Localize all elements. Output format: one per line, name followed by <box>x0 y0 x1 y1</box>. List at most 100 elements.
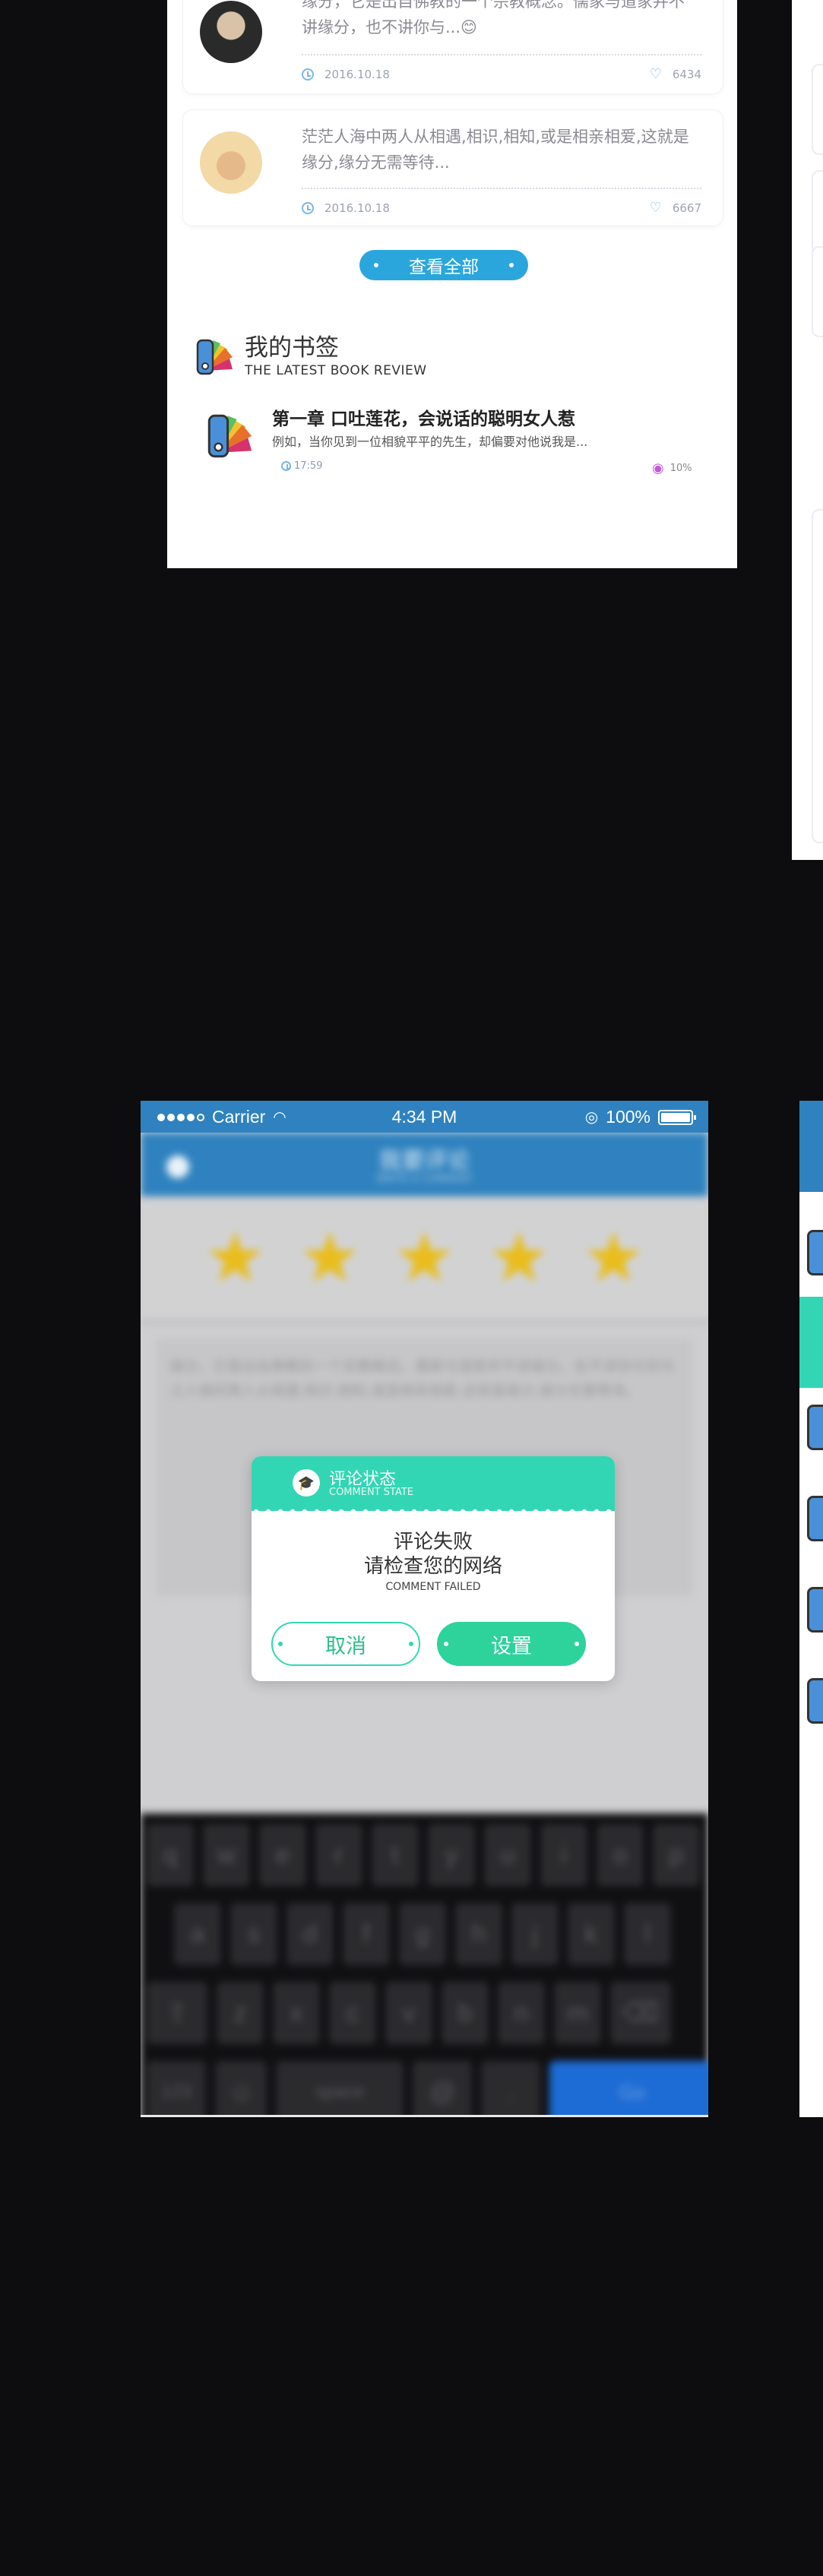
next-phone-preview <box>799 1101 823 2117</box>
bookmark-icon <box>807 1405 823 1450</box>
view-all-label: 查看全部 <box>409 258 479 277</box>
key-t[interactable]: t <box>372 1824 419 1886</box>
dialog-message: 请检查您的网络 <box>363 1555 502 1578</box>
bookmark-icon <box>807 1678 823 1724</box>
key-u[interactable]: u <box>484 1824 531 1886</box>
key-j[interactable]: j <box>511 1903 559 1965</box>
key-n[interactable]: n <box>498 1982 545 2044</box>
star-icon[interactable]: ★ <box>299 1223 361 1293</box>
bookmark-icon <box>807 1587 823 1633</box>
color-swatch-icon <box>196 339 233 375</box>
key-i[interactable]: i <box>540 1824 587 1886</box>
comments-card: 缘分，它是出自佛教的一个宗教概念。儒家与道家并不讲缘分，也不讲你与...😊 20… <box>167 0 737 568</box>
key-e[interactable]: e <box>259 1824 306 1886</box>
key-l[interactable]: l <box>624 1903 671 1965</box>
comment-item[interactable]: 茫茫人海中两人从相遇,相识,相知,或是相亲相爱,这就是缘分,缘分无需等待... … <box>182 109 723 226</box>
key-f[interactable]: f <box>343 1903 390 1965</box>
emoji-key[interactable]: ☺ <box>215 2061 267 2117</box>
preview-band <box>799 1297 823 1388</box>
key-b[interactable]: b <box>442 1982 489 2044</box>
rating-stars[interactable]: ★ ★ ★ ★ ★ <box>141 1196 708 1320</box>
star-icon[interactable]: ★ <box>204 1223 266 1293</box>
dialog-message-en: COMMENT FAILED <box>385 1581 481 1593</box>
key-m[interactable]: m <box>554 1982 601 2044</box>
status-bar: Carrier ◠ 4:34 PM ◎ 100% <box>141 1101 708 1133</box>
delete-key[interactable]: ⌫ <box>610 1982 671 2044</box>
battery-percent: 100% <box>606 1107 650 1127</box>
comment-text: 茫茫人海中两人从相遇,相识,相知,或是相亲相爱,这就是缘分,缘分无需等待... <box>302 128 689 172</box>
book-excerpt: 例如，当你见到一位相貌平平的先生，却偏要对他说我是... <box>272 435 588 449</box>
at-key[interactable]: @ <box>413 2061 473 2117</box>
phone-screen: 我要评论 WRITE A COMMENT ★ ★ ★ ★ ★ 缘分，它是出自佛教… <box>141 1101 708 2117</box>
nav-subtitle: WRITE A COMMENT <box>376 1174 473 1185</box>
clock-icon <box>302 68 314 81</box>
key-o[interactable]: o <box>597 1824 644 1886</box>
numbers-key[interactable]: 123 <box>147 2061 207 2117</box>
bookmark-time: 17:59 <box>281 460 322 472</box>
clock-icon <box>302 201 314 214</box>
key-h[interactable]: h <box>455 1903 502 1965</box>
comment-date: 2016.10.18 <box>324 67 390 81</box>
key-g[interactable]: g <box>399 1903 446 1965</box>
cancel-label: 取消 <box>325 1634 366 1658</box>
key-y[interactable]: y <box>428 1824 475 1886</box>
space-key[interactable]: space <box>276 2061 404 2117</box>
comment-status-dialog: 🎓 评论状态 COMMENT STATE 评论失败 请检查您的网络 COMMEN… <box>252 1456 615 1681</box>
shift-key[interactable]: ⇧ <box>147 1982 207 2044</box>
section-subtitle: THE LATEST BOOK REVIEW <box>245 363 427 378</box>
bookmark-icon <box>207 414 252 458</box>
star-icon[interactable]: ★ <box>488 1223 550 1293</box>
comment-meta: 2016.10.18 ♡ 6667 <box>302 200 701 216</box>
lock-rotation-icon: ◎ <box>584 1109 599 1126</box>
comment-item[interactable]: 缘分，它是出自佛教的一个宗教概念。儒家与道家并不讲缘分，也不讲你与...😊 20… <box>182 0 723 94</box>
bookmark-icon <box>807 1230 823 1275</box>
cancel-button[interactable]: 取消 <box>271 1622 420 1666</box>
smile-emoji: 😊 <box>461 18 477 36</box>
preview-card <box>812 509 823 843</box>
book-title[interactable]: 第一章 口吐莲花，会说话的聪明女人惹 <box>272 404 575 430</box>
star-icon[interactable]: ★ <box>393 1223 455 1293</box>
like-button[interactable]: ♡ 6434 <box>650 66 701 82</box>
comment-text: 缘分，它是出自佛教的一个宗教概念。儒家与道家并不讲缘分，也不讲你与...😊 <box>302 0 685 36</box>
key-k[interactable]: k <box>568 1903 615 1965</box>
heart-icon: ♡ <box>649 66 662 82</box>
nav-title: 我要评论 <box>378 1148 470 1174</box>
dot-icon <box>444 1642 448 1646</box>
divider <box>141 2115 708 2117</box>
user-avatar[interactable] <box>200 131 262 194</box>
comment-meta: 2016.10.18 ♡ 6434 <box>302 66 701 82</box>
clock-icon <box>281 461 291 471</box>
dot-icon <box>278 1642 283 1646</box>
key-x[interactable]: x <box>273 1982 320 2044</box>
go-key[interactable]: Go <box>549 2061 708 2117</box>
key-z[interactable]: z <box>217 1982 264 2044</box>
key-a[interactable]: a <box>174 1903 221 1965</box>
dot-icon <box>374 263 378 267</box>
star-icon[interactable]: ★ <box>582 1223 644 1293</box>
key-v[interactable]: v <box>385 1982 432 2044</box>
nav-bar: 我要评论 WRITE A COMMENT <box>141 1133 708 1196</box>
like-button[interactable]: ♡ 6667 <box>650 200 701 216</box>
key-c[interactable]: c <box>329 1982 376 2044</box>
dialog-subtitle: COMMENT STATE <box>329 1487 413 1498</box>
settings-label: 设置 <box>491 1634 532 1658</box>
view-all-button[interactable]: 查看全部 <box>359 250 528 280</box>
comment-date: 2016.10.18 <box>324 201 390 215</box>
period-key[interactable]: . <box>481 2061 541 2117</box>
dot-icon <box>509 263 514 267</box>
dialog-header: 🎓 评论状态 COMMENT STATE <box>252 1456 615 1512</box>
like-count: 6667 <box>672 201 701 215</box>
key-w[interactable]: w <box>203 1824 250 1886</box>
key-p[interactable]: p <box>653 1824 700 1886</box>
next-screen-preview <box>792 0 823 860</box>
user-avatar[interactable] <box>200 1 262 63</box>
graduation-cap-icon: 🎓 <box>293 1469 320 1497</box>
key-s[interactable]: s <box>230 1903 277 1965</box>
bookmark-icon <box>807 1496 823 1541</box>
settings-button[interactable]: 设置 <box>437 1622 586 1666</box>
key-r[interactable]: r <box>315 1824 362 1886</box>
eye-icon: ◉ <box>652 460 664 476</box>
key-d[interactable]: d <box>286 1903 334 1965</box>
like-count: 6434 <box>672 67 701 81</box>
key-q[interactable]: q <box>147 1824 194 1886</box>
